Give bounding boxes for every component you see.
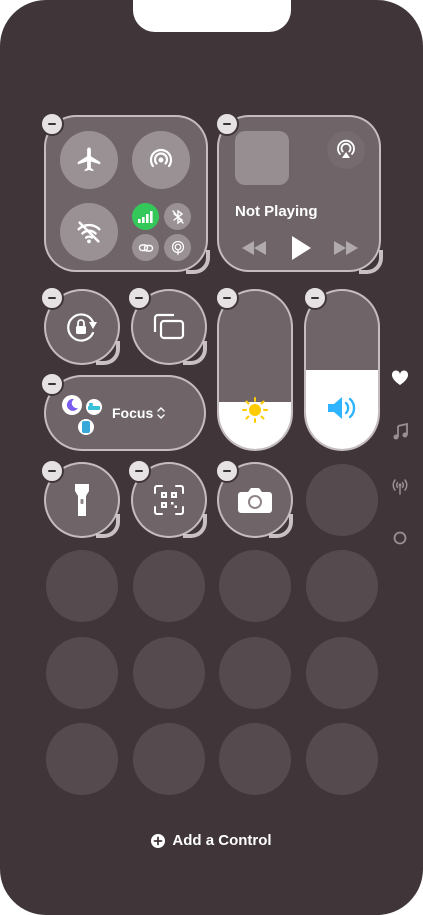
- remove-focus-button[interactable]: [40, 372, 64, 396]
- empty-slot: [133, 637, 205, 709]
- remove-now-playing-button[interactable]: [215, 112, 239, 136]
- empty-slot: [133, 723, 205, 795]
- airdrop-icon: [149, 148, 173, 168]
- focus-button[interactable]: Focus: [44, 375, 206, 451]
- album-art-placeholder: [235, 131, 289, 185]
- qr-code-icon: [154, 485, 184, 515]
- empty-slot: [219, 637, 291, 709]
- play-button[interactable]: [289, 235, 313, 261]
- empty-slot: [306, 464, 378, 536]
- hotspot-icon: [171, 240, 184, 255]
- now-playing-title: Not Playing: [235, 203, 318, 220]
- chain-icon: [138, 243, 153, 252]
- music-note-icon: [393, 423, 408, 440]
- remove-volume-button[interactable]: [303, 286, 327, 310]
- speaker-icon: [328, 397, 356, 419]
- fast-forward-button[interactable]: [333, 237, 359, 259]
- airplane-mode-button[interactable]: [60, 131, 118, 189]
- airplay-icon: [337, 139, 355, 158]
- wifi-button[interactable]: [60, 203, 118, 261]
- play-icon: [292, 236, 311, 260]
- bed-icon: [86, 399, 102, 415]
- remove-connectivity-button[interactable]: [40, 112, 64, 136]
- airplane-icon: [77, 147, 101, 172]
- control-center-edit-screen: Not Playing Focus Add a Control: [0, 0, 423, 915]
- notch: [133, 0, 291, 32]
- remove-orientation-lock-button[interactable]: [40, 286, 64, 310]
- page-connectivity[interactable]: [390, 476, 410, 496]
- chevron-up-down-icon: [156, 405, 166, 421]
- empty-slot: [133, 550, 205, 622]
- heart-icon: [391, 370, 409, 385]
- bluetooth-off-icon: [171, 209, 184, 224]
- antenna-icon: [392, 479, 408, 495]
- rewind-button[interactable]: [241, 237, 267, 259]
- empty-slot: [46, 723, 118, 795]
- page-music[interactable]: [390, 422, 410, 442]
- brightness-slider[interactable]: [217, 289, 293, 451]
- page-favorites[interactable]: [390, 368, 410, 388]
- now-playing-tile[interactable]: Not Playing: [217, 115, 381, 272]
- empty-slot: [306, 637, 378, 709]
- empty-slot: [219, 723, 291, 795]
- empty-slot: [306, 550, 378, 622]
- remove-flashlight-button[interactable]: [40, 459, 64, 483]
- screen-mirroring-icon: [153, 313, 185, 340]
- circle-icon: [393, 531, 407, 545]
- empty-slot: [306, 723, 378, 795]
- remove-camera-button[interactable]: [215, 459, 239, 483]
- id-badge-icon: [78, 419, 94, 435]
- cellular-icon: [137, 210, 153, 223]
- rewind-icon: [242, 241, 266, 255]
- empty-slot: [46, 637, 118, 709]
- airplay-button[interactable]: [327, 131, 365, 169]
- add-control-button[interactable]: Add a Control: [0, 832, 423, 849]
- plus-circle-icon: [151, 833, 166, 848]
- connectivity-tile[interactable]: [44, 115, 208, 272]
- moon-icon: [62, 395, 82, 415]
- add-control-label: Add a Control: [172, 832, 272, 849]
- resize-handle[interactable]: [359, 250, 383, 274]
- sun-icon: [242, 397, 268, 423]
- resize-handle[interactable]: [186, 250, 210, 274]
- wifi-off-icon: [77, 221, 101, 244]
- focus-label: Focus: [112, 405, 154, 421]
- page-new[interactable]: [390, 528, 410, 548]
- bluetooth-button[interactable]: [164, 203, 191, 230]
- remove-brightness-button[interactable]: [215, 286, 239, 310]
- airdrop-button[interactable]: [132, 131, 190, 189]
- camera-icon: [238, 488, 272, 513]
- volume-slider[interactable]: [304, 289, 380, 451]
- link-button[interactable]: [132, 234, 159, 261]
- cellular-button[interactable]: [132, 203, 159, 230]
- remove-screen-mirroring-button[interactable]: [127, 286, 151, 310]
- rotation-lock-icon: [67, 313, 97, 342]
- fast-forward-icon: [334, 241, 358, 255]
- flashlight-icon: [75, 484, 89, 516]
- empty-slot: [46, 550, 118, 622]
- empty-slot: [219, 550, 291, 622]
- remove-code-scanner-button[interactable]: [127, 459, 151, 483]
